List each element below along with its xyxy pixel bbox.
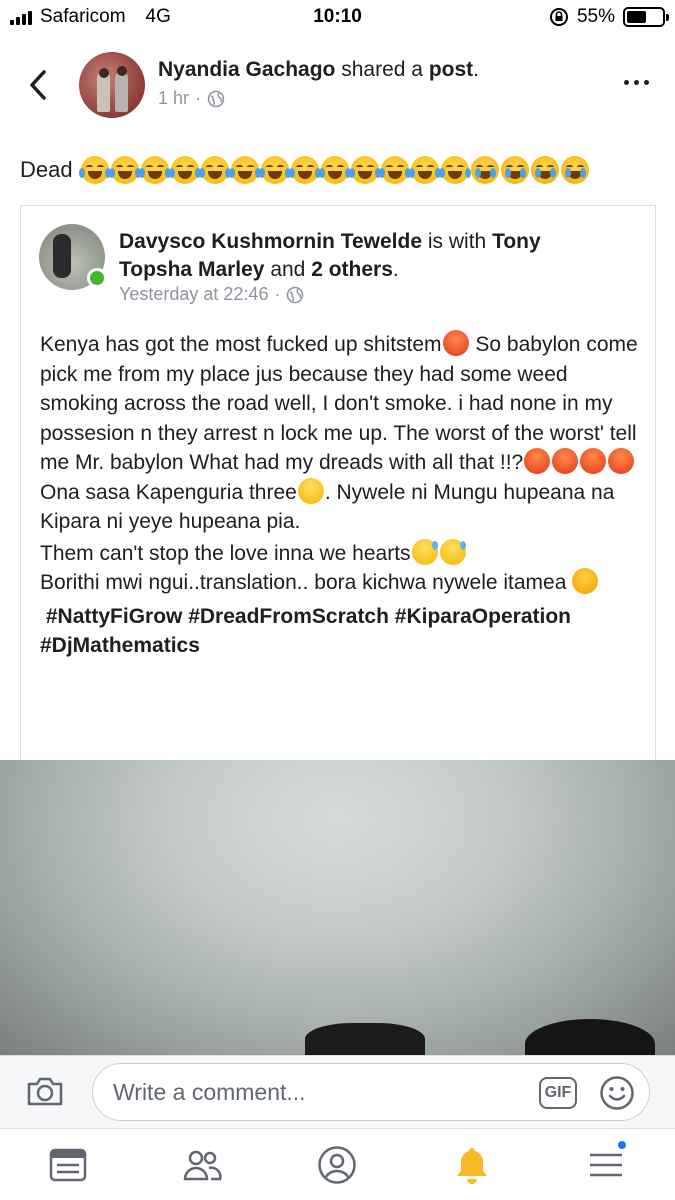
globe-icon — [207, 90, 225, 107]
post-link[interactable]: post — [429, 58, 473, 81]
camera-icon[interactable] — [26, 1074, 64, 1108]
meta-separator: · — [195, 88, 202, 108]
post-time[interactable]: 1 hr — [158, 88, 189, 109]
hashtag-text[interactable]: #NattyFiGrow #DreadFromScratch #KiparaOp… — [40, 605, 571, 658]
shared-author-name[interactable]: Davysco Kushmornin Tewelde — [119, 230, 422, 253]
menu-icon — [590, 1153, 622, 1177]
tears-of-joy-emoji-icon — [408, 156, 441, 184]
angry-emoji-icon — [608, 448, 635, 474]
tears-of-joy-emoji-icon — [378, 156, 411, 184]
tears-of-joy-emoji-icon — [438, 156, 471, 184]
photo-hair-left — [305, 1023, 425, 1055]
body-paragraph-1: Kenya has got the most fucked up shitste… — [40, 330, 640, 537]
post-photo[interactable] — [0, 760, 675, 1055]
shared-post-meta: Yesterday at 22:46 · — [119, 284, 304, 305]
angry-emoji-icon — [524, 448, 551, 474]
tears-of-joy-emoji-icon — [318, 156, 351, 184]
author-name[interactable]: Nyandia Gachago — [158, 58, 335, 81]
angry-emoji-icon — [552, 448, 579, 474]
sweat-smile-emoji-icon — [411, 538, 438, 565]
back-icon[interactable] — [24, 68, 54, 102]
battery-percent: 55% — [576, 6, 615, 27]
author-avatar[interactable] — [79, 52, 145, 118]
comment-placeholder: Write a comment... — [113, 1079, 306, 1105]
online-status-icon — [87, 268, 107, 288]
emoji-row — [78, 156, 589, 184]
more-options-icon[interactable] — [624, 80, 649, 85]
notifications-tab[interactable] — [452, 1145, 492, 1185]
body-text-3: Borithi mwi ngui..translation.. bora kic… — [40, 571, 567, 594]
body-text-1c: Ona sasa Kapenguria three — [40, 480, 297, 504]
post-header-text: Nyandia Gachago shared a post. 1 hr · — [158, 58, 479, 109]
body-paragraph-2: Them can't stop the love inna we hearts — [40, 538, 640, 569]
comment-input[interactable]: Write a comment... GIF — [92, 1063, 650, 1121]
crying-emoji-icon — [500, 156, 529, 184]
post-meta: 1 hr · — [158, 88, 479, 109]
post-text: Dead — [20, 156, 589, 184]
tears-of-joy-emoji-icon — [348, 156, 381, 184]
shared-timestamp[interactable]: Yesterday at 22:46 — [119, 284, 268, 305]
shared-author-avatar[interactable] — [39, 224, 107, 290]
comment-bar: Write a comment... GIF — [0, 1055, 675, 1128]
tagged-others[interactable]: 2 others — [311, 258, 393, 281]
post-message: Dead — [20, 157, 73, 182]
tears-of-joy-emoji-icon — [228, 156, 261, 184]
shared-title-period: . — [392, 258, 399, 281]
tears-of-joy-emoji-icon — [138, 156, 171, 184]
crying-emoji-icon — [470, 156, 499, 184]
photo-hair-right — [525, 1019, 655, 1055]
body-text-1a: Kenya has got the most fucked up shitste… — [40, 333, 442, 356]
tears-of-joy-emoji-icon — [108, 156, 141, 184]
rotation-lock-icon — [549, 8, 568, 26]
crying-emoji-icon — [560, 156, 589, 184]
tears-of-joy-emoji-icon — [168, 156, 201, 184]
battery-icon — [623, 7, 669, 27]
tears-of-joy-emoji-icon — [78, 156, 111, 184]
tears-of-joy-emoji-icon — [258, 156, 291, 184]
gif-button[interactable]: GIF — [539, 1077, 577, 1109]
shared-post-body: Kenya has got the most fucked up shitste… — [40, 330, 640, 661]
angry-emoji-icon — [580, 448, 607, 474]
and-text: and — [270, 258, 306, 281]
hashtags[interactable]: #NattyFiGrow #DreadFromScratch #KiparaOp… — [40, 602, 640, 661]
status-bar: Safaricom 4G 10:10 55% — [0, 0, 675, 36]
news-feed-icon[interactable] — [48, 1145, 88, 1185]
shared-post-title: Davysco Kushmornin Tewelde is with Tony … — [119, 228, 619, 284]
status-right: 55% — [549, 6, 669, 28]
profile-icon[interactable] — [317, 1145, 357, 1185]
tears-of-joy-emoji-icon — [198, 156, 231, 184]
shared-meta-separator: · — [274, 284, 281, 304]
notifications-icon — [457, 1148, 487, 1184]
body-paragraph-3: Borithi mwi ngui..translation.. bora kic… — [40, 568, 640, 598]
shared-post-card[interactable]: Davysco Kushmornin Tewelde is with Tony … — [20, 205, 656, 760]
crying-emoji-icon — [530, 156, 559, 184]
tears-of-joy-emoji-icon — [288, 156, 321, 184]
post-header: Nyandia Gachago shared a post. 1 hr · — [0, 50, 675, 122]
emoji-picker-icon[interactable] — [599, 1075, 635, 1111]
title-period: . — [473, 58, 479, 81]
post-title-line: Nyandia Gachago shared a post. — [158, 58, 479, 82]
body-text-2: Them can't stop the love inna we hearts — [40, 541, 411, 565]
menu-tab[interactable] — [586, 1139, 628, 1185]
angry-emoji-icon — [442, 330, 469, 356]
tab-bar — [0, 1128, 675, 1200]
friends-icon[interactable] — [182, 1145, 222, 1185]
sweat-smile-emoji-icon — [439, 538, 466, 565]
with-text: is with — [427, 230, 487, 253]
menu-badge — [616, 1139, 628, 1151]
laughing-emoji-icon — [297, 477, 324, 504]
share-action: shared a — [341, 58, 423, 81]
globe-icon — [287, 286, 304, 303]
annoyed-emoji-icon — [572, 568, 599, 594]
